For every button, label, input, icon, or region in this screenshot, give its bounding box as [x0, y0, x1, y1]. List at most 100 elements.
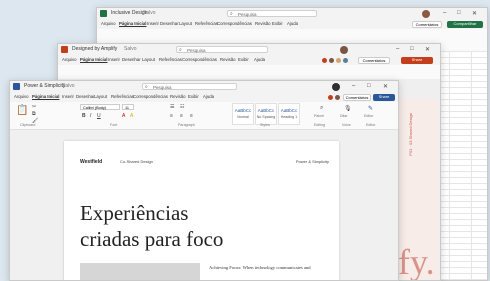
menu-item[interactable]: Correspondências: [182, 57, 217, 62]
word-search-box[interactable]: ⌕ Pesquisa: [142, 83, 237, 90]
copy-icon[interactable]: ⧉: [32, 111, 36, 117]
close-icon[interactable]: ✕: [472, 10, 477, 17]
align-center-icon[interactable]: ≡: [180, 113, 183, 119]
style-heading-1[interactable]: AaBbCc Heading 1: [278, 103, 300, 125]
menu-item[interactable]: Inserir: [62, 94, 74, 99]
underline-icon[interactable]: U: [97, 113, 101, 119]
ppt-user-avatar[interactable]: [340, 46, 348, 54]
doc-body-text: Achieving Focus: When technology communi…: [209, 265, 311, 270]
ribbon-group-label: Editing: [314, 123, 325, 127]
style-normal[interactable]: AaBbCc Normal: [232, 103, 254, 125]
menu-item[interactable]: Layout: [94, 94, 107, 99]
menu-item[interactable]: Página Inicial: [32, 94, 59, 99]
dictate-icon[interactable]: 🎙: [344, 105, 352, 112]
font-name-select[interactable]: Calibri (Body): [80, 104, 120, 110]
ppt-search-box[interactable]: ⌕ Pesquisa: [176, 46, 268, 53]
excel-menubar: Arquivo Página Inicial Inserir Desenhar …: [97, 20, 487, 29]
bullets-icon[interactable]: ☰: [170, 104, 174, 110]
presence-dot[interactable]: [328, 95, 333, 100]
menu-item[interactable]: Correspondências: [217, 21, 252, 26]
close-icon[interactable]: ✕: [383, 83, 388, 90]
find-icon[interactable]: ⌕: [320, 105, 323, 112]
menu-item[interactable]: Layout: [142, 57, 155, 62]
maximize-icon[interactable]: □: [367, 83, 371, 89]
menu-item[interactable]: Ajuda: [287, 21, 298, 26]
menu-item[interactable]: Arquivo: [14, 94, 29, 99]
word-comments-button[interactable]: Comentários: [343, 94, 371, 101]
menu-item[interactable]: Referências: [111, 94, 134, 99]
word-user-avatar[interactable]: [332, 83, 340, 91]
menu-item[interactable]: Layout: [179, 21, 192, 26]
ppt-saved-status: Salvo: [124, 46, 137, 52]
word-ribbon: 📋 ✂ ⧉ 🖌 Calibri (Body) 11 B I U A A ☰ ☷ …: [10, 102, 398, 130]
ppt-slide-large-text: fy.: [398, 242, 435, 281]
ppt-app-icon[interactable]: [61, 46, 68, 53]
font-color-icon[interactable]: A: [122, 113, 125, 119]
menu-item[interactable]: Página Inicial: [80, 57, 107, 62]
menu-item[interactable]: Revisão: [220, 57, 236, 62]
bold-icon[interactable]: B: [82, 113, 86, 119]
excel-app-icon[interactable]: [100, 10, 107, 17]
presence-dot[interactable]: [336, 58, 341, 63]
menu-item[interactable]: Página Inicial: [119, 21, 146, 26]
excel-user-avatar[interactable]: [422, 10, 430, 18]
highlight-icon[interactable]: A: [130, 113, 133, 119]
tool-label: Ditar: [340, 114, 348, 118]
menu-item[interactable]: Desenhar: [122, 57, 141, 62]
italic-icon[interactable]: I: [90, 113, 91, 119]
style-no-spacing[interactable]: AaBbCc No Spacing: [255, 103, 277, 125]
menu-item[interactable]: Arquivo: [101, 21, 116, 26]
cut-icon[interactable]: ✂: [32, 104, 36, 110]
menu-item[interactable]: Referências: [195, 21, 218, 26]
search-icon: ⌕: [230, 11, 233, 17]
doc-headline-line-1: Experiências: [80, 201, 189, 225]
menu-item[interactable]: Inserir: [147, 21, 159, 26]
word-window: Power & Simplicity Salvo ⌕ Pesquisa – □ …: [9, 80, 399, 281]
numbering-icon[interactable]: ☷: [180, 104, 184, 110]
menu-item[interactable]: Ajuda: [203, 94, 214, 99]
excel-comments-button[interactable]: Comentários: [412, 21, 442, 28]
menu-item[interactable]: Referências: [159, 57, 182, 62]
ribbon-group-label: Paragraph: [178, 123, 195, 127]
align-left-icon[interactable]: ≡: [170, 113, 173, 119]
doc-headline-line-2: criadas para foco: [80, 227, 224, 251]
minimize-icon[interactable]: –: [352, 83, 355, 89]
maximize-icon[interactable]: □: [457, 10, 461, 16]
word-document-canvas: Westfield Co-Shared Design Power & Simpl…: [10, 130, 398, 280]
presence-dot[interactable]: [343, 58, 348, 63]
doc-brand: Westfield: [80, 159, 103, 165]
presence-dot[interactable]: [335, 95, 340, 100]
excel-share-button[interactable]: Compartilhar: [447, 21, 483, 28]
font-size-select[interactable]: 11: [122, 104, 134, 110]
presence-dot[interactable]: [322, 58, 327, 63]
ppt-share-button[interactable]: Share: [401, 57, 433, 64]
paste-icon[interactable]: 📋: [16, 105, 28, 116]
align-right-icon[interactable]: ≡: [190, 113, 193, 119]
minimize-icon[interactable]: –: [443, 10, 446, 16]
ribbon-group-label: Clipboard: [20, 123, 36, 127]
menu-item[interactable]: Ajuda: [254, 57, 265, 62]
word-share-button[interactable]: Share: [373, 94, 395, 101]
ppt-comments-button[interactable]: Comentários: [358, 57, 390, 64]
menu-item[interactable]: Revisão: [255, 21, 271, 26]
menu-item[interactable]: Desenhar: [160, 21, 179, 26]
menu-item[interactable]: Correspondências: [133, 94, 168, 99]
menu-item[interactable]: Inserir: [108, 57, 120, 62]
menu-item[interactable]: Desenhar: [76, 94, 95, 99]
excel-title: Inclusive Design: [111, 10, 148, 16]
menu-item[interactable]: Revisão: [170, 94, 186, 99]
menu-item[interactable]: Exibir: [188, 94, 199, 99]
tool-label: Painel: [314, 114, 324, 118]
menu-item[interactable]: Arquivo: [62, 57, 77, 62]
menu-item[interactable]: Exibir: [238, 57, 249, 62]
word-app-icon[interactable]: [13, 83, 20, 90]
editor-icon[interactable]: ✎: [368, 105, 373, 112]
menu-item[interactable]: Exibir: [272, 21, 283, 26]
word-page[interactable]: Westfield Co-Shared Design Power & Simpl…: [64, 141, 339, 280]
presence-dot[interactable]: [329, 58, 334, 63]
excel-search-box[interactable]: ⌕ Pesquisa: [227, 10, 317, 17]
maximize-icon[interactable]: □: [410, 46, 414, 52]
close-icon[interactable]: ✕: [425, 46, 430, 53]
ppt-ribbon: [58, 65, 440, 80]
minimize-icon[interactable]: –: [396, 46, 399, 52]
